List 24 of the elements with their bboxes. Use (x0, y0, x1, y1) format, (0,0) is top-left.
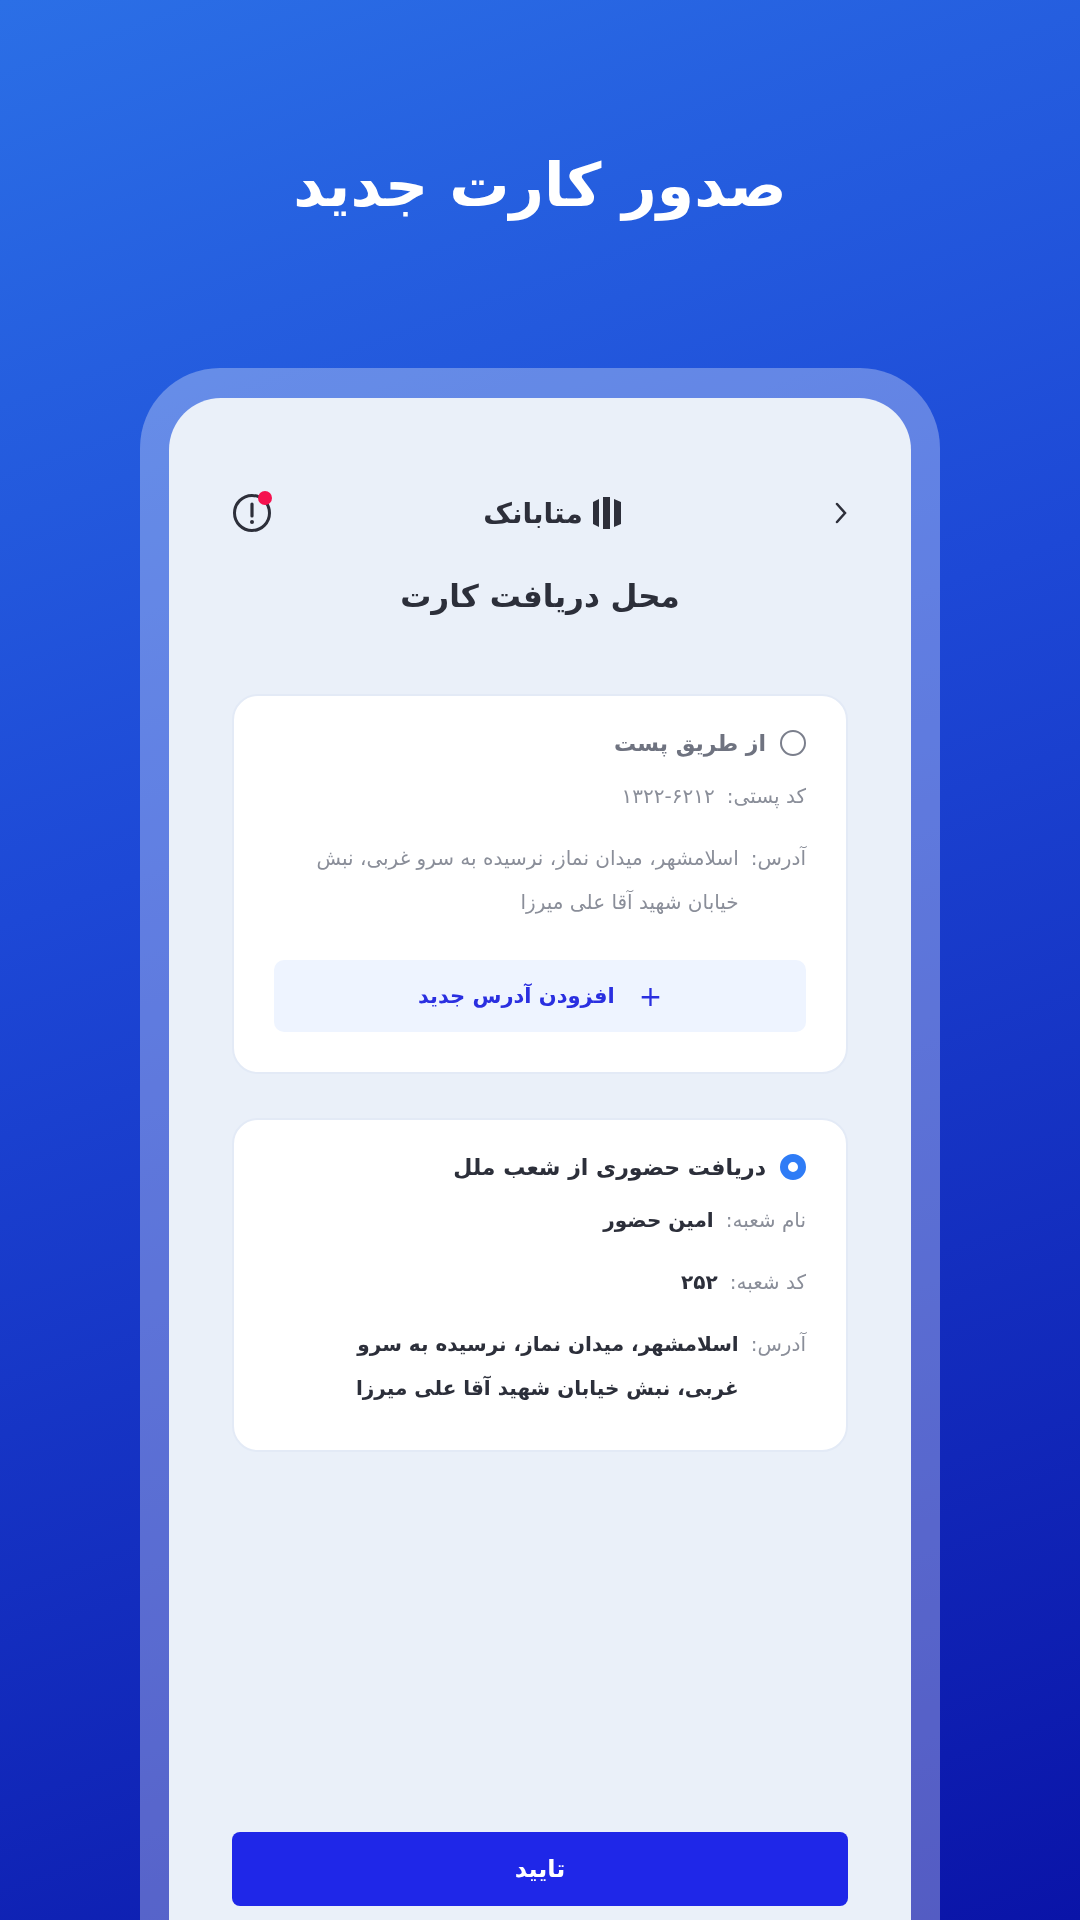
field-value: اسلامشهر، میدان نماز، نرسیده به سرو غربی، نبش خیابان شهید آقا علی میرزا (354, 1331, 739, 1402)
add-address-button[interactable]: + افزودن آدرس جدید (274, 960, 806, 1032)
headline: صدور کارت جدید (293, 150, 787, 223)
alert-icon[interactable] (232, 493, 272, 533)
logo-icon (590, 496, 623, 530)
field-label: آدرس: (750, 846, 806, 872)
back-chevron-icon[interactable] (834, 501, 848, 525)
option-card[interactable]: دریافت حضوری از شعب ملل نام شعبه: امین حضور کد شعبه: ۲۵۲ آدرس: اسلامشهر، میدان نماز، نرسیده به سرو غربی، نبش خیابان شهید آقا علی میرزا (232, 1118, 848, 1452)
option-card[interactable]: از طریق پست کد پستی: ۱۳۲۲-۶۲۱۲ آدرس: اسلامشهر، میدان نماز، نرسیده به سرو غربی، نبش خیابان شهید آقا علی میرزا + افزودن آدرس جدید (232, 694, 848, 1074)
radio-button[interactable] (780, 730, 806, 756)
field-label: نام شعبه: (725, 1208, 806, 1234)
option-label: دریافت حضوری از شعب ملل (453, 1154, 766, 1180)
field-label: کد پستی: (726, 784, 806, 811)
radio-button[interactable] (780, 1154, 806, 1180)
field-label: کد شعبه: (729, 1270, 806, 1296)
page-title: محل دریافت کارت (399, 578, 681, 614)
field-value: ۲۵۲ (681, 1269, 718, 1296)
field-label: آدرس: (750, 1332, 806, 1358)
field-value: اسلامشهر، میدان نماز، نرسیده به سرو غربی، نبش خیابان شهید آقا علی میرزا (315, 845, 739, 916)
field-value: امین حضور (603, 1207, 714, 1234)
logo-text: متابانک (483, 496, 583, 530)
field-value: ۱۳۲۲-۶۲۱۲ (621, 783, 715, 810)
option-label: از طریق پست (614, 730, 766, 756)
confirm-button[interactable]: تایید (232, 1832, 848, 1906)
